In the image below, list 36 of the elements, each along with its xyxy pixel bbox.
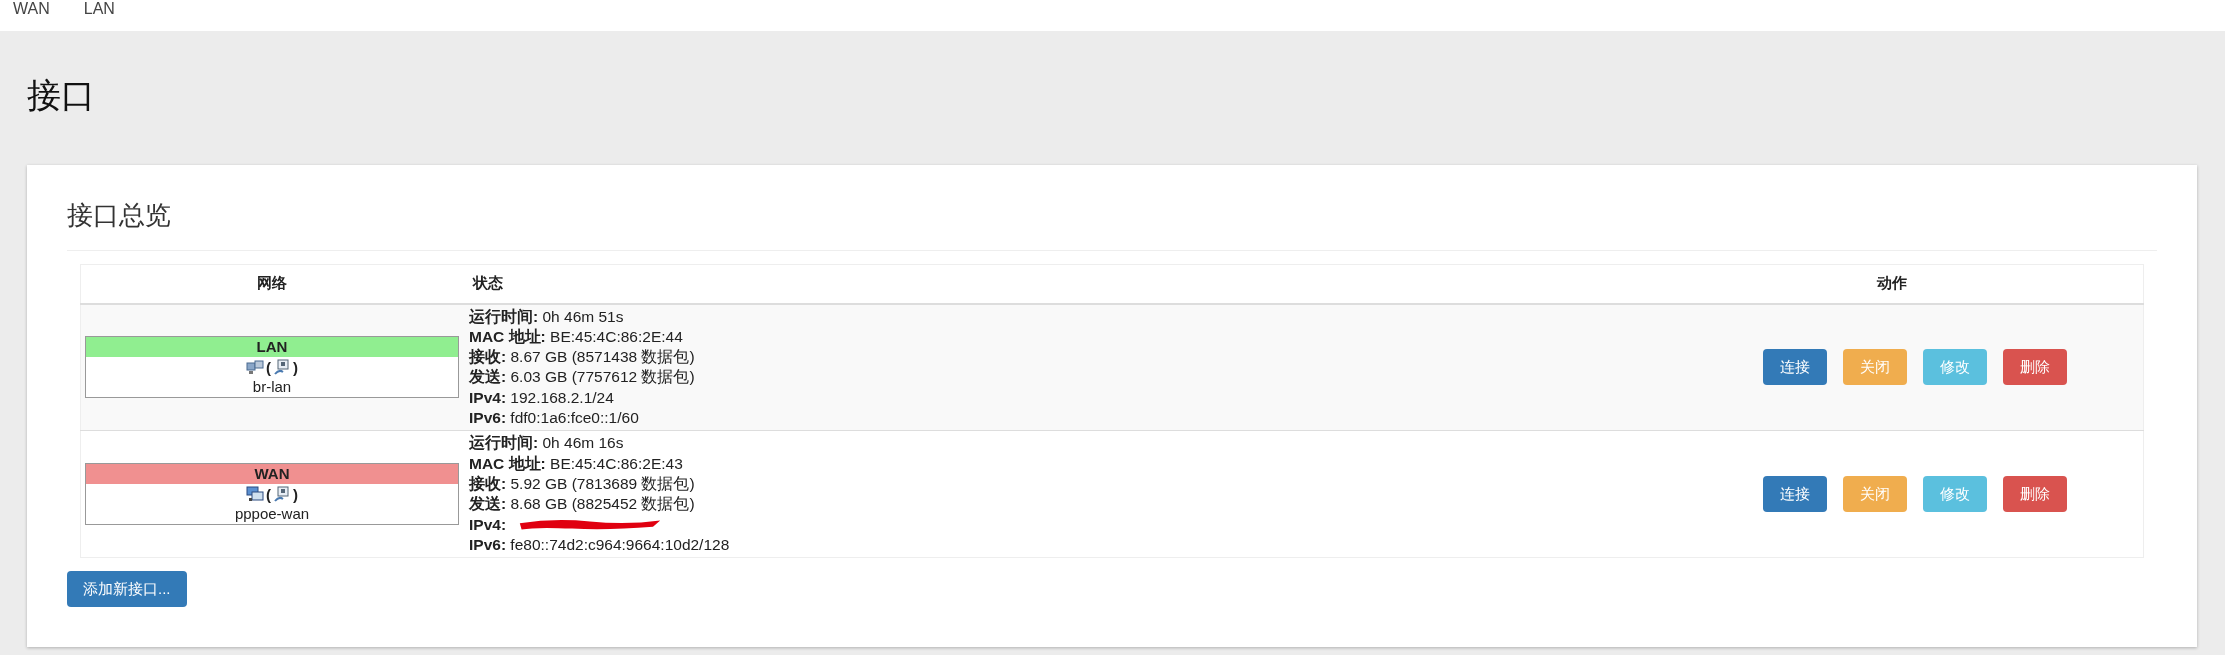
status-line: 发送: 6.03 GB (7757612 数据包) [469, 367, 696, 388]
action-button[interactable]: 连接 [1763, 476, 1827, 513]
action-button[interactable]: 修改 [1923, 349, 1987, 386]
parenthesis: ) [293, 485, 298, 503]
network-port-icon [273, 486, 291, 503]
network-port-icon [273, 359, 291, 376]
network-badge: LAN ( ) br-lan [85, 336, 459, 399]
page-title: 接口 [27, 78, 96, 112]
action-button[interactable]: 连接 [1763, 349, 1827, 386]
status-line: MAC 地址: BE:45:4C:86:2E:44 [469, 326, 684, 347]
status-line: IPv6: fdf0:1a6:fce0::1/60 [469, 408, 640, 429]
nav-tab[interactable]: LAN [83, 0, 115, 18]
status-line: 接收: 5.92 GB (7813689 数据包) [469, 473, 696, 494]
section-title: 接口总览 [67, 201, 172, 230]
parenthesis: ) [293, 359, 298, 376]
status-line: 接收: 8.67 GB (8571438 数据包) [469, 347, 696, 368]
status-line: IPv4: 192.168.2.1/24 [469, 387, 615, 408]
action-button[interactable]: 删除 [2003, 349, 2067, 386]
parenthesis: ( [266, 359, 271, 376]
network-switch-icon [246, 359, 264, 376]
column-header: 动作 [1877, 274, 1907, 292]
add-interface-button[interactable]: 添加新接口... [67, 571, 187, 608]
computers-icon [246, 486, 264, 503]
status-line: MAC 地址: BE:45:4C:86:2E:43 [469, 453, 684, 474]
nav-tab[interactable]: WAN [13, 0, 50, 18]
status-line: IPv4: [469, 514, 507, 535]
status-line: 运行时间: 0h 46m 51s [469, 306, 625, 327]
status-line: 发送: 8.68 GB (8825452 数据包) [469, 494, 696, 515]
status-line: IPv6: fe80::74d2:c964:9664:10d2/128 [469, 534, 731, 555]
action-button[interactable]: 修改 [1923, 476, 1987, 513]
status-line: 运行时间: 0h 46m 16s [469, 433, 625, 454]
parenthesis: ( [266, 485, 271, 503]
column-header: 网络 [257, 274, 287, 292]
network-badge: WAN ( ) pppoe-wan [85, 463, 459, 526]
action-button[interactable]: 删除 [2003, 476, 2067, 513]
column-header: 状态 [473, 274, 503, 292]
